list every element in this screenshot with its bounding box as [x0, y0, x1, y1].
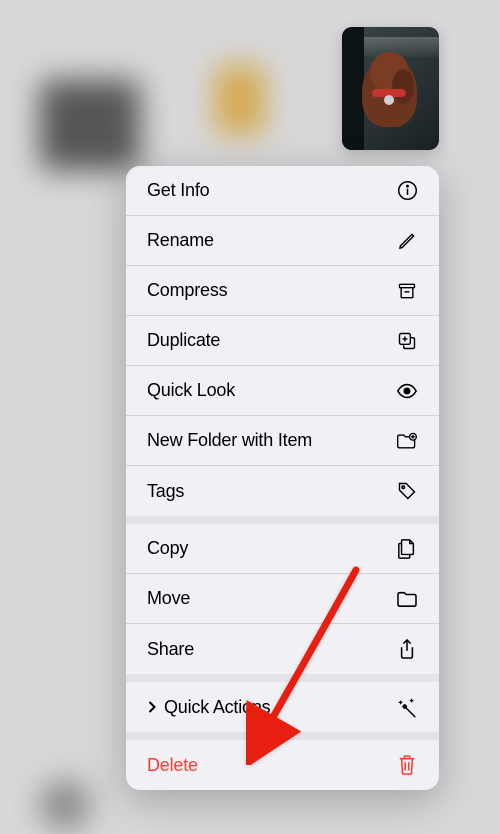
menu-item-label: Get Info [147, 180, 209, 201]
menu-item-label: Rename [147, 230, 214, 251]
menu-item-label: Quick Actions [164, 697, 270, 718]
share-icon [395, 637, 419, 661]
menu-item-share[interactable]: Share [126, 624, 439, 674]
menu-section-destructive: Delete [126, 740, 439, 790]
menu-item-new-folder[interactable]: New Folder with Item [126, 416, 439, 466]
info-icon [395, 179, 419, 203]
menu-item-label: Copy [147, 538, 188, 559]
pencil-icon [395, 229, 419, 253]
menu-section-file-ops: Copy Move Share [126, 524, 439, 682]
trash-icon [395, 753, 419, 777]
eye-icon [395, 379, 419, 403]
menu-item-label: Move [147, 588, 190, 609]
menu-item-label: Duplicate [147, 330, 220, 351]
context-menu: Get Info Rename Compress Duplicate Quick… [126, 166, 439, 790]
menu-item-compress[interactable]: Compress [126, 266, 439, 316]
menu-item-label: Compress [147, 280, 227, 301]
copy-doc-icon [395, 537, 419, 561]
menu-item-label: Tags [147, 481, 184, 502]
menu-item-label: Delete [147, 755, 198, 776]
menu-item-rename[interactable]: Rename [126, 216, 439, 266]
folder-icon [395, 587, 419, 611]
menu-item-get-info[interactable]: Get Info [126, 166, 439, 216]
file-thumbnail[interactable] [342, 27, 439, 150]
menu-item-copy[interactable]: Copy [126, 524, 439, 574]
menu-item-label: Quick Look [147, 380, 235, 401]
menu-section-primary: Get Info Rename Compress Duplicate Quick… [126, 166, 439, 524]
chevron-right-icon [147, 699, 158, 715]
menu-item-label: Share [147, 639, 194, 660]
menu-item-tags[interactable]: Tags [126, 466, 439, 516]
duplicate-icon [395, 329, 419, 353]
menu-item-duplicate[interactable]: Duplicate [126, 316, 439, 366]
menu-item-delete[interactable]: Delete [126, 740, 439, 790]
archive-icon [395, 279, 419, 303]
menu-item-move[interactable]: Move [126, 574, 439, 624]
tag-icon [395, 479, 419, 503]
menu-item-quick-actions[interactable]: Quick Actions [126, 682, 439, 732]
menu-section-quick-actions: Quick Actions [126, 682, 439, 740]
menu-item-quick-look[interactable]: Quick Look [126, 366, 439, 416]
sparkle-wand-icon [395, 695, 419, 719]
menu-item-label: New Folder with Item [147, 430, 312, 451]
folder-plus-icon [395, 429, 419, 453]
